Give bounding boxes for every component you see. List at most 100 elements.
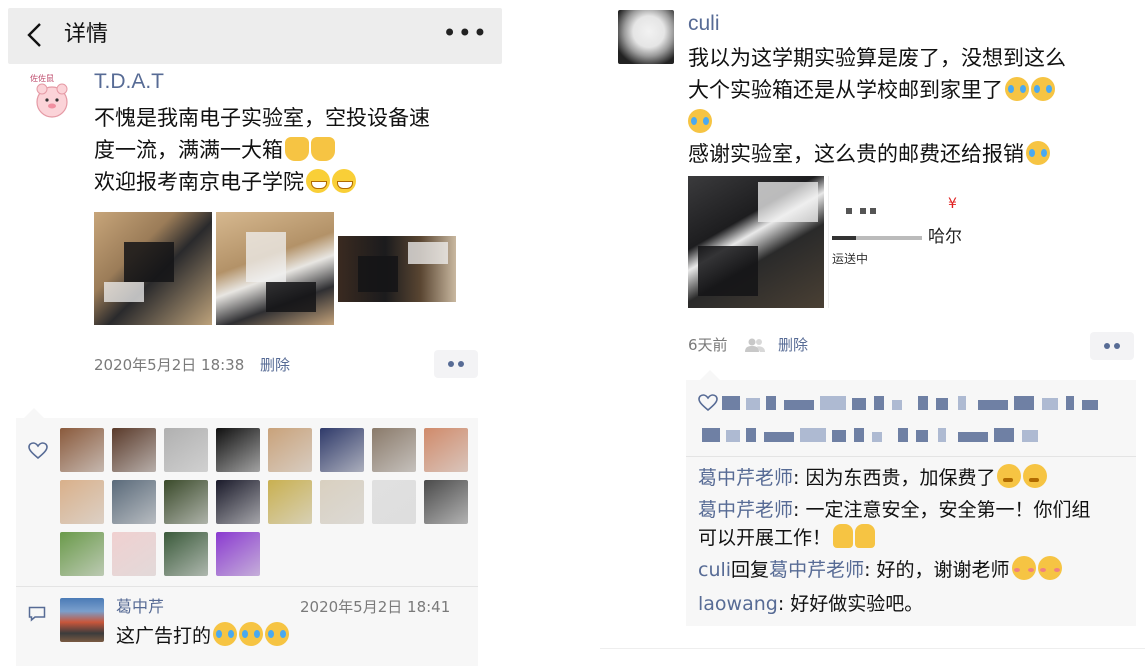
liker-avatar[interactable] xyxy=(60,428,104,472)
post-author[interactable]: culi xyxy=(688,10,720,38)
post-line: 度一流，满满一大箱 xyxy=(94,134,484,166)
commenter-name[interactable]: 葛中芹 xyxy=(116,596,164,618)
liker-avatar[interactable] xyxy=(372,480,416,524)
post-photo[interactable] xyxy=(688,176,824,308)
post-line-text: 感谢实验室，这么贵的邮费还给报销 xyxy=(688,142,1024,166)
comment-text-content: 这广告打的 xyxy=(116,625,212,647)
post-line-text: 大个实验箱还是从学校邮到家里了 xyxy=(688,78,1003,102)
liker-avatar[interactable] xyxy=(216,480,260,524)
comment-icon xyxy=(28,606,46,622)
dot-icon xyxy=(1104,343,1110,349)
mosaic-block xyxy=(852,398,866,410)
mosaic-block xyxy=(874,396,884,410)
victory-hand-emoji-icon xyxy=(855,524,876,548)
mosaic-block xyxy=(722,396,740,410)
thumbs-up-emoji-icon xyxy=(311,137,335,161)
laugh-cry-emoji-icon xyxy=(265,622,290,646)
mosaic-block xyxy=(784,400,814,410)
shy-emoji-icon xyxy=(1037,556,1062,580)
more-options-button[interactable]: ••• xyxy=(443,20,488,46)
liker-avatar[interactable] xyxy=(424,428,468,472)
comment-separator: : xyxy=(864,559,877,581)
post-photo[interactable] xyxy=(216,212,334,325)
mosaic-block xyxy=(746,398,760,410)
mosaic-block xyxy=(766,396,776,410)
mosaic-block xyxy=(800,428,826,442)
comment-row[interactable]: laowang: 好好做实验吧。 xyxy=(698,590,1118,618)
comment-author[interactable]: 葛中芹老师 xyxy=(698,467,793,489)
liker-avatar[interactable] xyxy=(112,532,156,576)
comments-arrow xyxy=(700,370,720,380)
liker-avatar[interactable] xyxy=(164,428,208,472)
post-timestamp: 6天前 xyxy=(688,336,728,354)
grin-emoji-icon xyxy=(332,169,356,193)
post-text: 不愧是我南电子实验室，空投设备速 度一流，满满一大箱 欢迎报考南京电子学院 xyxy=(94,102,484,198)
mosaic-block xyxy=(1066,396,1074,410)
liker-avatar[interactable] xyxy=(112,480,156,524)
mosaic-block xyxy=(898,428,908,442)
dot-icon xyxy=(1114,343,1120,349)
thumbs-up-emoji-icon xyxy=(285,137,309,161)
liker-avatar[interactable] xyxy=(164,532,208,576)
comment-row[interactable]: 葛中芹老师: 一定注意安全，安全第一！你们组可以开展工作！ xyxy=(698,496,1108,552)
heart-icon xyxy=(698,394,718,412)
divider xyxy=(16,586,478,587)
comment-row[interactable]: 葛中芹老师: 因为东西贵，加保费了 xyxy=(698,464,1118,492)
comment-author[interactable]: culi xyxy=(698,559,731,581)
mosaic-block xyxy=(702,428,720,442)
mosaic-block xyxy=(1042,398,1058,410)
thinking-emoji-icon xyxy=(997,464,1022,488)
liker-avatar[interactable] xyxy=(320,480,364,524)
divider xyxy=(686,456,1136,457)
mosaic-block xyxy=(832,430,846,442)
reply-target[interactable]: 葛中芹老师 xyxy=(769,559,864,581)
liker-avatar[interactable] xyxy=(112,428,156,472)
comment-text: 好的，谢谢老师 xyxy=(876,559,1010,581)
liker-avatar[interactable] xyxy=(372,428,416,472)
comment-author[interactable]: 葛中芹老师 xyxy=(698,499,793,521)
liker-avatar[interactable] xyxy=(320,428,364,472)
grin-emoji-icon xyxy=(306,169,330,193)
post-author[interactable]: T.D.A.T xyxy=(94,68,164,96)
avatar[interactable] xyxy=(618,10,674,64)
liker-avatar[interactable] xyxy=(216,428,260,472)
shipping-status: 运送中 xyxy=(832,252,869,266)
liker-avatar[interactable] xyxy=(60,480,104,524)
comment-author[interactable]: laowang xyxy=(698,593,778,615)
liker-avatar[interactable] xyxy=(216,532,260,576)
liker-avatar[interactable] xyxy=(60,532,104,576)
mosaic-block xyxy=(1022,430,1038,442)
shy-emoji-icon xyxy=(1011,556,1036,580)
comment-text: 因为东西贵，加保费了 xyxy=(805,467,996,489)
back-arrow-icon[interactable] xyxy=(22,20,50,50)
page-title: 详情 xyxy=(64,22,109,47)
commenter-avatar[interactable] xyxy=(60,598,104,642)
post-line: 大个实验箱还是从学校邮到家里了 xyxy=(688,74,1118,106)
post-line: 不愧是我南电子实验室，空投设备速 xyxy=(94,106,430,130)
liker-avatar[interactable] xyxy=(164,480,208,524)
destination-city: 哈尔 xyxy=(928,227,962,247)
post-photo[interactable] xyxy=(338,236,456,302)
liker-avatar[interactable] xyxy=(424,480,468,524)
like-comment-button[interactable] xyxy=(1090,332,1134,360)
divider xyxy=(600,648,1145,649)
mosaic-block xyxy=(994,428,1014,442)
post-photo[interactable] xyxy=(94,212,212,325)
delete-link[interactable]: 删除 xyxy=(260,354,290,376)
liker-avatar[interactable] xyxy=(268,480,312,524)
comment-row[interactable]: culi回复葛中芹老师: 好的，谢谢老师 xyxy=(698,556,1118,584)
mosaic-block xyxy=(936,398,948,410)
comment-separator: : xyxy=(777,593,791,615)
laugh-cry-emoji-icon xyxy=(213,622,238,646)
laugh-cry-emoji-icon xyxy=(239,622,264,646)
top-bar: 详情 ••• xyxy=(8,8,502,64)
like-comment-button[interactable] xyxy=(434,350,478,378)
mosaic-block xyxy=(764,432,794,442)
liker-avatar[interactable] xyxy=(268,428,312,472)
mosaic-block xyxy=(978,400,1008,410)
delete-link[interactable]: 删除 xyxy=(778,334,808,356)
mosaic-block xyxy=(854,428,864,442)
post-text: 我以为这学期实验算是废了，没想到这么 大个实验箱还是从学校邮到家里了 感谢实验室… xyxy=(688,42,1118,170)
mosaic-block xyxy=(872,432,882,442)
dot-icon xyxy=(448,361,454,367)
